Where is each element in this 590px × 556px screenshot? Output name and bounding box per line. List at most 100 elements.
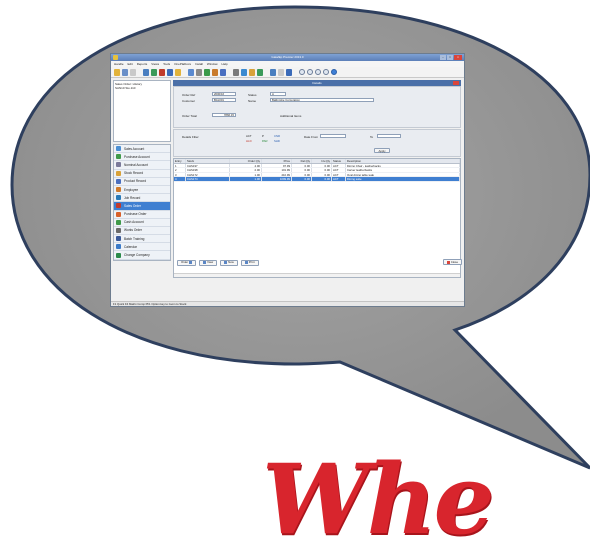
purchase-icon[interactable] bbox=[159, 68, 165, 76]
filter-cnr-checkbox[interactable]: CNR bbox=[274, 134, 280, 138]
print-icon[interactable] bbox=[130, 68, 136, 76]
customer-icon[interactable] bbox=[212, 68, 218, 76]
maximize-button[interactable]: □ bbox=[447, 55, 453, 60]
order-form: Order Ref 2000/16 Customer BAL001 Status… bbox=[173, 86, 461, 128]
status-field[interactable]: A bbox=[270, 92, 286, 96]
order-button[interactable]: Order bbox=[177, 259, 197, 266]
module-stock-record[interactable]: Stock Record bbox=[114, 170, 170, 178]
additional-items-label[interactable]: Additional Items bbox=[280, 114, 301, 118]
calculator-icon[interactable] bbox=[196, 68, 202, 76]
module-employee[interactable]: Employee bbox=[114, 186, 170, 195]
col-price[interactable]: Price bbox=[262, 159, 292, 163]
filter-act-checkbox[interactable]: ACT bbox=[246, 134, 252, 138]
col-status[interactable]: Status bbox=[332, 159, 346, 163]
module-sales-account[interactable]: Sales Account bbox=[114, 145, 170, 154]
email-icon[interactable] bbox=[241, 68, 247, 76]
home-circle-icon[interactable] bbox=[323, 69, 329, 75]
settings-icon[interactable] bbox=[233, 68, 239, 76]
table-cell: 4.00 bbox=[230, 163, 262, 167]
table-cell: CHS172 bbox=[186, 172, 230, 176]
history-item[interactable]: SAN10 Sto.110 bbox=[115, 86, 169, 90]
horizontal-scrollbar[interactable] bbox=[174, 273, 460, 277]
module-label: Change Company bbox=[124, 253, 150, 258]
table-cell: 1.00 bbox=[230, 172, 262, 176]
attach-icon[interactable] bbox=[278, 68, 284, 76]
filter-par-checkbox[interactable]: PAR bbox=[262, 139, 268, 143]
order-ref-field[interactable]: 2000/16 bbox=[212, 92, 236, 96]
customer-label: Customer bbox=[182, 99, 196, 103]
filter-shd-checkbox[interactable]: SHD bbox=[274, 139, 280, 143]
date-from-field[interactable] bbox=[320, 134, 346, 138]
details-pane: Details Order Ref 2000/16 Customer BAL00… bbox=[173, 80, 461, 300]
close-icon bbox=[446, 260, 450, 264]
module-nominal-account[interactable]: Nominal Account bbox=[114, 161, 170, 170]
order-total-field: 7866.15 bbox=[212, 113, 236, 117]
order-icon bbox=[189, 261, 193, 264]
calendar-toolbar-icon[interactable] bbox=[249, 68, 255, 76]
filter-p-checkbox[interactable]: P bbox=[262, 134, 264, 138]
stop-circle-icon[interactable] bbox=[315, 69, 321, 75]
col-stock[interactable]: Stock bbox=[186, 159, 230, 163]
folder-icon[interactable] bbox=[114, 68, 120, 76]
forward-circle-icon[interactable] bbox=[307, 69, 313, 75]
module-job-record[interactable]: Job Record bbox=[114, 194, 170, 203]
col-entry[interactable]: Entry bbox=[174, 159, 186, 163]
tasks-icon[interactable] bbox=[286, 68, 292, 76]
menu-oneplapdocs[interactable]: OnePlaDocs bbox=[174, 61, 191, 67]
filter-hld-checkbox[interactable]: HLD bbox=[246, 139, 252, 143]
close-button[interactable]: Close bbox=[442, 259, 462, 265]
view-button[interactable]: View bbox=[199, 259, 218, 266]
module-sales-order[interactable]: Sales Order bbox=[114, 202, 170, 211]
module-batch-training[interactable]: Batch Training bbox=[114, 235, 170, 244]
minimize-button[interactable]: – bbox=[440, 55, 446, 60]
supplier-icon[interactable] bbox=[220, 68, 226, 76]
refresh-icon[interactable] bbox=[257, 68, 263, 76]
works-order-icon bbox=[116, 227, 121, 233]
back-circle-icon[interactable] bbox=[299, 69, 305, 75]
table-cell: Carver leatherbacks bbox=[346, 168, 460, 172]
window-title: Gaia/Ep Premier 2013.0 bbox=[271, 55, 304, 59]
module-works-order[interactable]: Works Order bbox=[114, 227, 170, 236]
stock-icon[interactable] bbox=[167, 68, 173, 76]
menu-window[interactable]: Window bbox=[207, 61, 218, 67]
batch-training-icon bbox=[116, 236, 121, 242]
chart-icon[interactable] bbox=[188, 68, 194, 76]
apply-button[interactable]: Apply bbox=[374, 148, 390, 153]
notes-icon[interactable] bbox=[175, 68, 181, 76]
col-del-qty[interactable]: Del.Qty bbox=[292, 159, 312, 163]
col-description[interactable]: Description bbox=[346, 159, 460, 163]
menu-help[interactable]: Help bbox=[222, 61, 228, 67]
module-purchase-order[interactable]: Purchase Order bbox=[114, 211, 170, 219]
name-label: Name bbox=[248, 99, 257, 103]
table-row[interactable]: 4 CHS174 1.00 1099.99 0.00 0.00 ACT Dining suit… bbox=[174, 177, 460, 182]
close-window-button[interactable]: × bbox=[454, 55, 462, 60]
save-icon[interactable] bbox=[122, 68, 128, 76]
table-cell: 0.00 bbox=[292, 177, 312, 181]
module-cash-account[interactable]: Cash Account bbox=[114, 219, 170, 227]
new-button-label: New bbox=[228, 260, 234, 264]
col-inv-qty[interactable]: Inv.Qty bbox=[312, 159, 332, 163]
name-field[interactable]: Ballinrobe Corporation bbox=[270, 98, 374, 102]
sales-icon[interactable] bbox=[151, 68, 157, 76]
table-cell: 1.00 bbox=[230, 177, 262, 181]
bank-icon[interactable] bbox=[204, 68, 210, 76]
col-order-qty[interactable]: Order Qty bbox=[230, 159, 262, 163]
web-icon[interactable] bbox=[270, 68, 276, 76]
date-to-field[interactable] bbox=[377, 134, 401, 138]
new-button[interactable]: New bbox=[220, 259, 238, 266]
close-details-button[interactable] bbox=[453, 81, 459, 85]
print-button[interactable]: Print bbox=[240, 259, 259, 266]
menu-edit[interactable]: Edit bbox=[128, 61, 133, 67]
report-icon[interactable] bbox=[143, 68, 149, 76]
order-ref-label: Order Ref bbox=[182, 93, 196, 97]
module-purchase-account[interactable]: Purchase Account bbox=[114, 153, 170, 162]
module-product-record[interactable]: Product Record bbox=[114, 178, 170, 186]
menu-reports[interactable]: Reports bbox=[137, 61, 148, 67]
menu-install[interactable]: Install bbox=[195, 61, 203, 67]
menu-handle[interactable]: Handle bbox=[114, 61, 124, 67]
menu-tools[interactable]: Tools bbox=[163, 61, 170, 67]
module-calendar[interactable]: Calendar bbox=[114, 243, 170, 252]
customer-field[interactable]: BAL001 bbox=[212, 98, 236, 102]
help-circle-icon[interactable] bbox=[331, 69, 337, 75]
menu-views[interactable]: Views bbox=[151, 61, 159, 67]
